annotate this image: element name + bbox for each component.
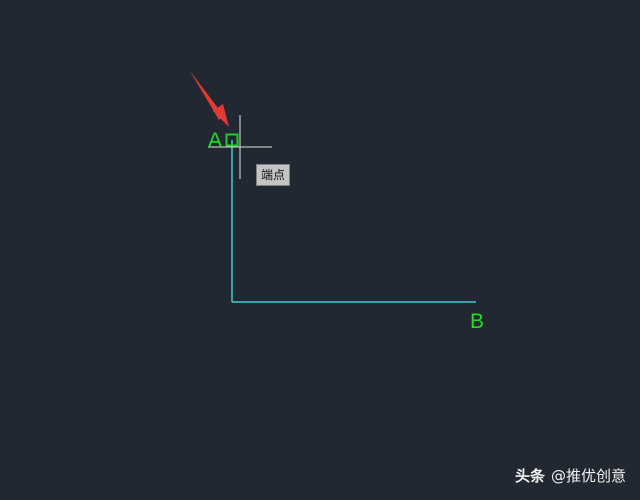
- watermark-brand: 头条: [514, 467, 545, 485]
- point-label-b: B: [470, 310, 485, 333]
- cad-canvas[interactable]: A B 端点 头条 @推优创意: [0, 0, 640, 500]
- snap-tooltip: 端点: [256, 164, 291, 186]
- cad-drawing: [190, 71, 476, 303]
- watermark-handle: @推优创意: [550, 467, 626, 485]
- watermark: 头条 @推优创意: [515, 465, 626, 486]
- point-label-a: A: [208, 129, 223, 152]
- annotation-arrow-icon: [190, 71, 229, 127]
